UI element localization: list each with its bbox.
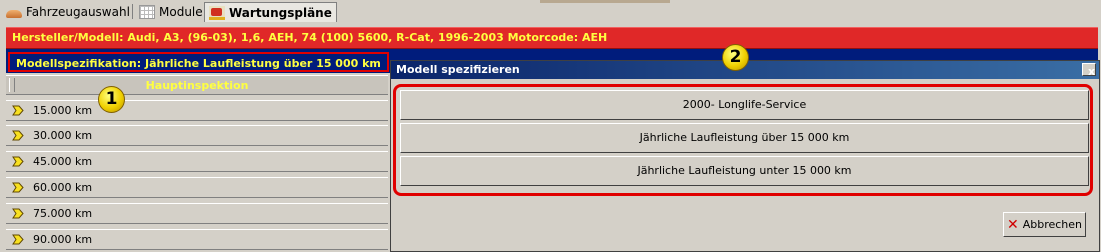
- arrow-right-icon: [12, 130, 24, 141]
- tab-label: Module: [159, 5, 203, 19]
- option-under-15000km[interactable]: Jährliche Laufleistung unter 15 000 km: [400, 156, 1089, 186]
- inspection-row-label: 90.000 km: [33, 233, 93, 246]
- tab-divider: [132, 4, 133, 19]
- arrow-right-icon: [12, 105, 24, 116]
- options-highlight-frame: 2000- Longlife-Service Jährliche Lauflei…: [393, 84, 1093, 196]
- dialog-title: Modell spezifizieren: [396, 63, 520, 76]
- tab-bar: Fahrzeugauswahl Module Wartungspläne: [0, 0, 1101, 22]
- inspection-row[interactable]: 60.000 km: [6, 177, 388, 198]
- inspection-row-label: 60.000 km: [33, 181, 93, 194]
- close-button[interactable]: x: [1082, 63, 1096, 78]
- maintenance-icon: [209, 5, 225, 20]
- inspection-row-label: 45.000 km: [33, 155, 93, 168]
- option-longlife-service[interactable]: 2000- Longlife-Service: [400, 90, 1089, 120]
- cancel-label: Abbrechen: [1022, 218, 1083, 231]
- arrow-right-icon: [12, 182, 24, 193]
- annotation-badge-2: 2: [722, 44, 749, 71]
- inspection-row-label: 15.000 km: [33, 104, 93, 117]
- tab-wartungsplaene[interactable]: Wartungspläne: [204, 2, 337, 22]
- arrow-right-icon: [12, 208, 24, 219]
- cancel-button[interactable]: ✕ Abbrechen: [1003, 212, 1086, 237]
- inspection-row-label: 75.000 km: [33, 207, 93, 220]
- option-over-15000km[interactable]: Jährliche Laufleistung über 15 000 km: [400, 123, 1089, 153]
- vehicle-info: Hersteller/Modell: Audi, A3, (96-03), 1,…: [12, 31, 608, 44]
- modules-icon: [139, 5, 155, 19]
- close-icon: x: [1088, 65, 1096, 78]
- vehicle-info-bar: Hersteller/Modell: Audi, A3, (96-03), 1,…: [6, 27, 1098, 49]
- model-spec-label: Modellspezifikation: Jährliche Laufleist…: [8, 52, 389, 72]
- arrow-right-icon: [12, 156, 24, 167]
- cancel-x-icon: ✕: [1006, 216, 1019, 233]
- annotation-badge-1: 1: [98, 86, 125, 113]
- inspection-row[interactable]: 30.000 km: [6, 125, 388, 146]
- inspection-row[interactable]: 45.000 km: [6, 151, 388, 172]
- tab-label: Fahrzeugauswahl: [26, 5, 130, 19]
- top-strip: [540, 0, 670, 3]
- inspection-row[interactable]: 75.000 km: [6, 203, 388, 224]
- arrow-right-icon: [12, 234, 24, 245]
- tab-fahrzeugauswahl[interactable]: Fahrzeugauswahl: [2, 3, 134, 21]
- car-icon: [6, 9, 22, 18]
- inspection-row[interactable]: 90.000 km: [6, 229, 388, 250]
- inspection-row-label: 30.000 km: [33, 129, 93, 142]
- tab-label: Wartungspläne: [229, 5, 332, 20]
- model-spec-dialog: Modell spezifizieren x 2000- Longlife-Se…: [390, 60, 1100, 252]
- inspection-header[interactable]: Hauptinspektion: [6, 75, 388, 95]
- tab-module[interactable]: Module: [135, 3, 207, 21]
- inspection-row[interactable]: 15.000 km: [6, 100, 388, 121]
- inspection-header-label: Hauptinspektion: [145, 79, 249, 92]
